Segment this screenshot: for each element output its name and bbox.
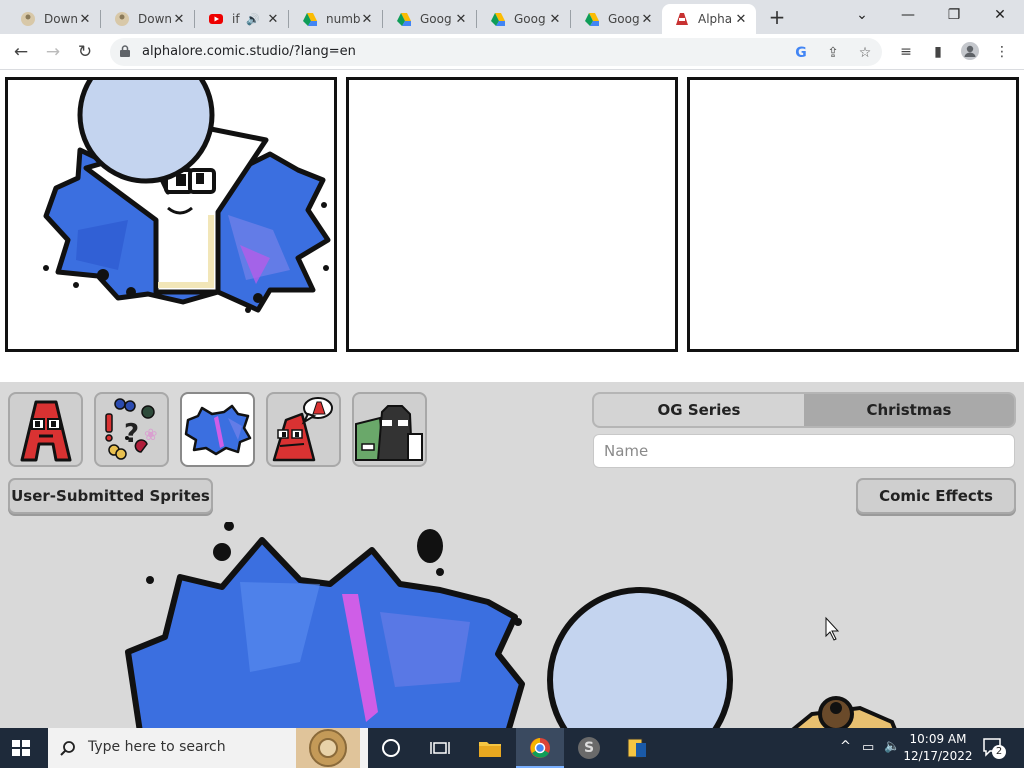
stickman-icon xyxy=(115,12,129,26)
user-submitted-sprites-button[interactable]: User-Submitted Sprites xyxy=(8,478,213,514)
series-toggle: OG Series Christmas xyxy=(592,392,1016,428)
close-tab-icon[interactable]: ✕ xyxy=(172,12,186,27)
network-icon[interactable]: ▭ xyxy=(862,740,874,755)
close-window-button[interactable]: ✕ xyxy=(980,4,1020,26)
taskbar-search-box[interactable]: Type here to search xyxy=(48,728,368,768)
show-hidden-icons-chevron-icon[interactable]: ^ xyxy=(840,739,851,754)
speaker-icon[interactable]: 🔊 xyxy=(246,13,260,26)
reload-button[interactable]: ↻ xyxy=(74,41,96,63)
share-icon[interactable]: ⇪ xyxy=(824,44,842,62)
stickman-icon xyxy=(21,12,35,26)
browser-tab-bar: Down ✕ Down ✕ if 🔊 ✕ numb ✕ Goog ✕ Goog … xyxy=(0,0,1024,34)
letter-a-sprite-icon xyxy=(20,400,72,462)
browser-tab-active[interactable]: Alpha ✕ xyxy=(662,4,756,34)
search-highlight-icon xyxy=(296,728,360,768)
browser-tab-6[interactable]: Goog ✕ xyxy=(478,4,570,34)
tab-separator xyxy=(194,10,195,28)
sprite-category-burst-effect[interactable] xyxy=(180,392,255,467)
browser-tab-1[interactable]: Down ✕ xyxy=(8,4,100,34)
sprite-preview-area xyxy=(125,522,897,728)
browser-tab-7[interactable]: Goog ✕ xyxy=(572,4,662,34)
drive-icon xyxy=(491,13,505,26)
windows-taskbar: Type here to search S ^ ▭ 🔈 10:09 AM 12/… xyxy=(0,728,1024,768)
close-tab-icon[interactable]: ✕ xyxy=(266,12,280,27)
task-view-icon[interactable] xyxy=(430,740,450,756)
browser-tab-3[interactable]: if 🔊 ✕ xyxy=(196,4,288,34)
taskbar-clock[interactable]: 10:09 AM 12/17/2022 xyxy=(902,731,974,765)
file-explorer-icon[interactable] xyxy=(478,738,502,758)
bookmark-star-icon[interactable]: ☆ xyxy=(856,44,874,62)
close-tab-icon[interactable]: ✕ xyxy=(734,12,748,27)
sprite-name-input[interactable] xyxy=(593,434,1015,468)
google-translate-icon[interactable]: G xyxy=(792,44,810,62)
comic-panel-2[interactable] xyxy=(346,77,678,352)
windows-start-icon[interactable] xyxy=(10,738,32,758)
minimize-button[interactable]: — xyxy=(888,4,928,26)
alphalore-icon xyxy=(676,13,688,25)
media-control-icon[interactable]: ≡ xyxy=(896,42,916,62)
sprite-category-symbols[interactable]: ? ❀ xyxy=(94,392,169,467)
youtube-icon xyxy=(209,14,223,24)
sprite-category-letter-a[interactable] xyxy=(8,392,83,467)
sprite-category-angry-letter[interactable] xyxy=(266,392,341,467)
browser-tab-5[interactable]: Goog ✕ xyxy=(384,4,476,34)
comic-effects-button[interactable]: Comic Effects xyxy=(856,478,1016,514)
tab-separator xyxy=(382,10,383,28)
chrome-taskbar-button[interactable] xyxy=(516,728,564,768)
chrome-icon xyxy=(530,738,550,758)
close-tab-icon[interactable]: ✕ xyxy=(454,12,468,27)
close-tab-icon[interactable]: ✕ xyxy=(640,12,654,27)
browser-tab-2[interactable]: Down ✕ xyxy=(102,4,194,34)
notes-app-icon[interactable] xyxy=(626,737,648,759)
comic-studio-page: ? ❀ OG Series Christmas Name User-Submit… xyxy=(0,70,1024,728)
series-option-christmas[interactable]: Christmas xyxy=(804,394,1014,426)
restore-button[interactable]: ❐ xyxy=(934,4,974,26)
notification-count-badge: 2 xyxy=(992,745,1006,759)
angry-letter-sprite-icon xyxy=(272,397,333,462)
volume-icon[interactable]: 🔈 xyxy=(884,739,900,754)
url-text: alphalore.comic.studio/?lang=en xyxy=(142,44,356,59)
burst-effect-sprite-icon xyxy=(184,404,252,456)
app-s-icon[interactable]: S xyxy=(578,737,600,759)
editor-workspace: ? ❀ OG Series Christmas Name User-Submit… xyxy=(0,382,1024,728)
cortana-icon[interactable] xyxy=(382,739,400,757)
tab-separator xyxy=(100,10,101,28)
tab-separator xyxy=(288,10,289,28)
lock-icon xyxy=(120,45,130,57)
tab-search-icon[interactable]: ⌄ xyxy=(842,4,882,26)
notification-center-icon[interactable]: 2 xyxy=(982,737,1006,759)
browser-tab-4[interactable]: numb ✕ xyxy=(290,4,382,34)
close-tab-icon[interactable]: ✕ xyxy=(360,12,374,27)
drive-icon xyxy=(585,13,599,26)
profile-avatar-icon[interactable] xyxy=(960,42,980,62)
mouse-cursor xyxy=(825,616,840,641)
browser-toolbar: ← → ↻ alphalore.comic.studio/?lang=en G … xyxy=(0,34,1024,70)
forward-button[interactable]: → xyxy=(42,41,64,63)
drive-icon xyxy=(397,13,411,26)
sprite-category-dark-letters[interactable] xyxy=(352,392,427,467)
symbols-sprite-icon: ? ❀ xyxy=(105,398,157,460)
series-option-og[interactable]: OG Series xyxy=(594,394,804,426)
comic-panel-3[interactable] xyxy=(687,77,1019,352)
close-tab-icon[interactable]: ✕ xyxy=(78,12,92,27)
drive-icon xyxy=(303,13,317,26)
browser-menu-icon[interactable]: ⋮ xyxy=(992,42,1012,62)
close-tab-icon[interactable]: ✕ xyxy=(548,12,562,27)
dark-letters-sprite-icon xyxy=(355,405,423,461)
tab-separator xyxy=(570,10,571,28)
address-bar[interactable]: alphalore.comic.studio/?lang=en G ⇪ ☆ xyxy=(110,38,882,66)
new-tab-button[interactable]: + xyxy=(766,6,788,28)
search-icon xyxy=(60,741,75,756)
back-button[interactable]: ← xyxy=(10,41,32,63)
tab-separator xyxy=(476,10,477,28)
speech-bubble-preview xyxy=(547,587,733,728)
comic-panel-1[interactable] xyxy=(5,77,337,352)
panel-1-artwork xyxy=(43,80,331,313)
side-panel-icon[interactable]: ▮ xyxy=(928,42,948,62)
